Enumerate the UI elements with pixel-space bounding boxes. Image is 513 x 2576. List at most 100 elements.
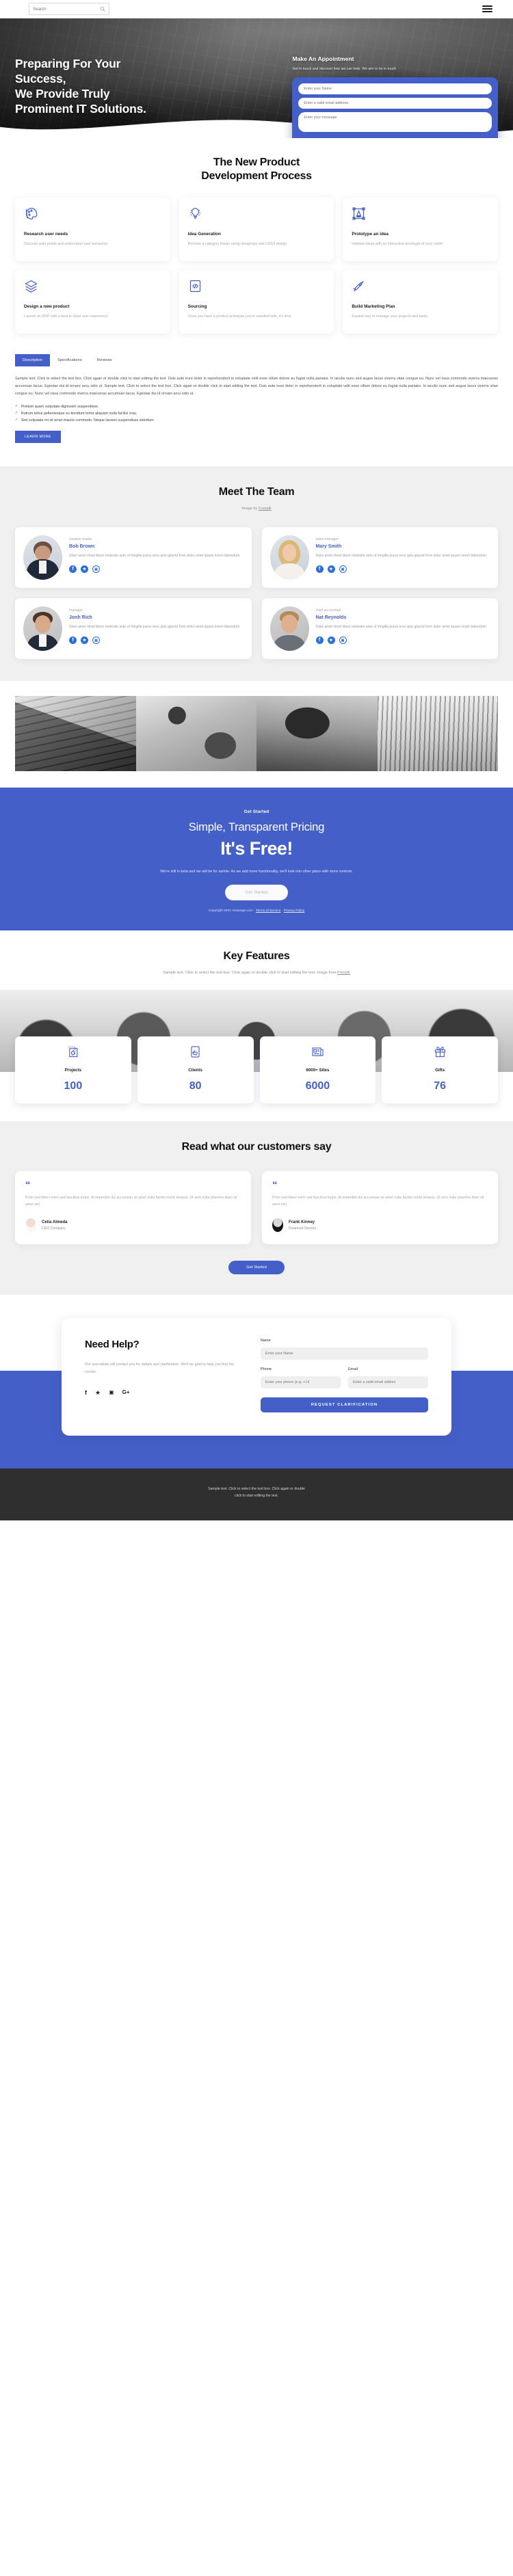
search-icon[interactable] — [100, 6, 105, 12]
site-footer: Sample text. Click to select the text bo… — [0, 1468, 513, 1521]
process-card[interactable]: Prototype an idea Validate ideas with an… — [343, 197, 498, 262]
testimonials-section: Read what our customers say “ Proin sed … — [0, 1121, 513, 1296]
testimonials-get-started-button[interactable]: Get Started — [228, 1261, 285, 1275]
instagram-icon[interactable]: ▣ — [339, 636, 347, 645]
appointment-message-input[interactable] — [298, 112, 492, 133]
facebook-icon[interactable]: f — [69, 636, 77, 645]
stat-label: 6000+ Sites — [306, 1068, 330, 1073]
team-member-card[interactable]: creative leader Bob Brown Glavi amet rit… — [15, 527, 252, 589]
search-box[interactable] — [29, 3, 109, 15]
key-features-subtitle: Sample text. Click to select the text bo… — [0, 970, 513, 977]
team-member-desc: Glavi amet ritnisl libero molestie ante … — [69, 625, 240, 630]
team-member-role: manager — [69, 608, 83, 613]
team-social-links: f ★ ▣ — [315, 565, 490, 574]
hero-heading-line-2: Success, — [15, 72, 66, 86]
avatar — [272, 1218, 283, 1233]
facebook-icon[interactable]: f — [315, 636, 324, 645]
design-icon — [68, 1047, 78, 1058]
stat-card[interactable]: Projects 100 — [15, 1036, 131, 1104]
testimonial-author: Frank Kinney — [289, 1220, 315, 1224]
team-member-name: Mary Smith — [315, 544, 342, 550]
search-input[interactable] — [33, 6, 100, 12]
twitter-icon[interactable]: ★ — [81, 565, 88, 574]
instagram-icon[interactable]: ▣ — [92, 565, 100, 574]
process-card[interactable]: Design a new product Launch an MVP with … — [15, 270, 170, 334]
tab-reviews[interactable]: Reviews — [90, 354, 120, 366]
terms-of-service-link[interactable]: Terms of Service — [256, 909, 280, 913]
freepik-link[interactable]: Freepik — [337, 971, 350, 975]
appointment-email-input[interactable] — [298, 98, 492, 109]
team-member-name: Bob Brown — [69, 544, 95, 550]
process-card-desc: Discover pain points and understand user… — [24, 241, 108, 246]
request-clarification-button[interactable]: REQUEST CLARIFICATION — [260, 1397, 428, 1413]
check-icon: ✓ — [15, 418, 18, 422]
checklist-text: Sed vulputate mi sit amet mauris commodo… — [21, 418, 154, 423]
key-features-title: Key Features — [223, 950, 290, 963]
name-input[interactable] — [260, 1347, 428, 1360]
stat-card[interactable]: Gifts 76 — [382, 1036, 498, 1104]
gallery-image-1 — [15, 696, 136, 772]
pricing-price: It's Free! — [220, 838, 293, 859]
stat-card[interactable]: 6000+ Sites 6000 — [259, 1036, 376, 1104]
freepik-link[interactable]: Freepik — [259, 507, 272, 511]
team-member-name: Nat Reynolds — [315, 615, 347, 621]
gallery-section — [0, 681, 513, 788]
need-help-section: Need Help? Our specialists will contact … — [0, 1295, 513, 1469]
process-card-grid: Research user needs Discover pain points… — [15, 197, 498, 334]
team-member-card[interactable]: sales manager Mary Smith Glavi amet ritn… — [261, 527, 498, 589]
testimonials-grid: “ Proin sed libero enim sed faucibus tur… — [15, 1170, 498, 1245]
process-card[interactable]: Research user needs Discover pain points… — [15, 197, 170, 262]
learn-more-button[interactable]: LEARN MORE — [15, 431, 61, 444]
team-member-card[interactable]: chief accountant Nat Reynolds Glavi amet… — [261, 598, 498, 660]
tabs-section: Description Specifications Reviews Sampl… — [0, 351, 513, 466]
tab-specifications[interactable]: Specifications — [50, 354, 90, 366]
phone-input[interactable] — [260, 1376, 341, 1389]
stat-label: Projects — [64, 1068, 82, 1073]
appointment-name-input[interactable] — [298, 83, 492, 95]
pricing-description: We're still in beta and we will be for a… — [160, 870, 353, 874]
team-social-links: f ★ ▣ — [315, 636, 490, 645]
team-member-card[interactable]: manager Jonh Rich Glavi amet ritnisl lib… — [15, 598, 252, 660]
team-section: Meet The Team Image by Freepik creative … — [0, 466, 513, 682]
process-section: The New Product Development Process Rese… — [0, 138, 513, 351]
process-card[interactable]: Sourcing Once you have a product prototy… — [179, 270, 334, 334]
process-card-title: Build Marketing Plan — [352, 304, 395, 310]
process-card-desc: Easiest way to manage your projects and … — [352, 314, 429, 319]
landing-page: Preparing For Your Success, We Provide T… — [0, 0, 513, 1521]
tap-icon — [191, 1046, 200, 1058]
twitter-icon[interactable]: ★ — [95, 1389, 101, 1396]
facebook-icon[interactable]: f — [85, 1389, 87, 1396]
quote-icon: “ — [25, 1179, 31, 1191]
facebook-icon[interactable]: f — [69, 565, 77, 574]
feature-checklist: ✓ Pretium quam vulputate dignissim suspen… — [15, 403, 498, 424]
process-card-title: Idea Generation — [187, 231, 221, 237]
instagram-icon[interactable]: ▣ — [92, 636, 100, 645]
process-card[interactable]: Idea Generation Become a category leader… — [179, 197, 334, 262]
team-member-desc: Glavi amet ritnisl libero molestie ante … — [69, 554, 240, 559]
facebook-icon[interactable]: f — [315, 565, 324, 574]
process-card-title: Sourcing — [187, 304, 207, 310]
email-label: Email — [347, 1367, 358, 1372]
name-label: Name — [260, 1339, 271, 1343]
hero-heading-line-1: Preparing For Your — [15, 57, 121, 70]
testimonial-card[interactable]: “ Proin sed libero enim sed faucibus tur… — [15, 1170, 251, 1245]
twitter-icon[interactable]: ★ — [81, 636, 88, 645]
gift-icon — [434, 1047, 445, 1058]
privacy-policy-link[interactable]: Privacy Policy — [284, 909, 304, 913]
email-input[interactable] — [347, 1376, 428, 1389]
testimonial-card[interactable]: “ Proin sed libero enim sed faucibus tur… — [262, 1170, 498, 1245]
stat-card[interactable]: Clients 80 — [137, 1036, 254, 1104]
hero-copy: Preparing For Your Success, We Provide T… — [15, 18, 285, 138]
pricing-get-started-button[interactable]: Get Started — [224, 885, 289, 901]
process-card[interactable]: Build Marketing Plan Easiest way to mana… — [343, 270, 498, 334]
google-plus-icon[interactable]: G+ — [122, 1389, 130, 1396]
tab-description[interactable]: Description — [15, 354, 50, 367]
twitter-icon[interactable]: ★ — [327, 636, 335, 645]
tab-list: Description Specifications Reviews — [15, 354, 498, 367]
instagram-icon[interactable]: ▣ — [109, 1389, 114, 1396]
need-help-description: Our specialists will contact you for det… — [85, 1363, 234, 1374]
instagram-icon[interactable]: ▣ — [339, 565, 347, 574]
hamburger-menu-icon[interactable] — [482, 5, 492, 12]
team-title: Meet The Team — [218, 486, 295, 498]
twitter-icon[interactable]: ★ — [327, 565, 335, 574]
